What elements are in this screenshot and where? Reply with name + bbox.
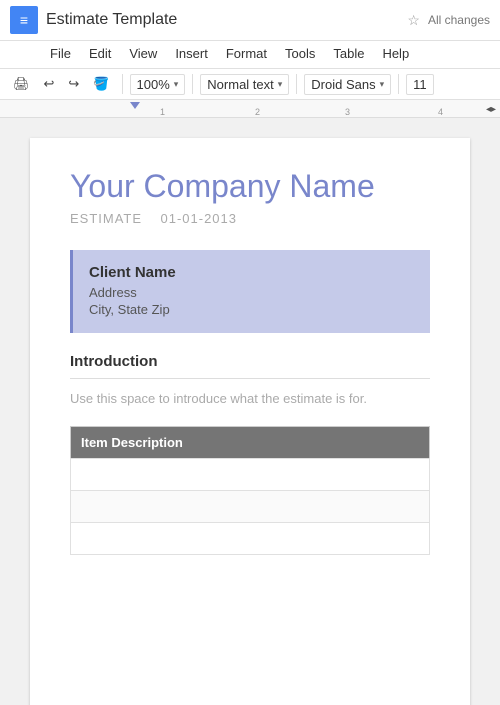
ruler: 1 2 3 4 ◂▸ xyxy=(0,100,500,118)
style-value: Normal text xyxy=(207,77,273,92)
menu-insert[interactable]: Insert xyxy=(167,43,216,64)
table-cell[interactable] xyxy=(71,491,430,523)
intro-placeholder[interactable]: Use this space to introduce what the est… xyxy=(70,391,430,406)
estimate-label: ESTIMATE xyxy=(70,211,142,226)
table-row[interactable] xyxy=(71,523,430,555)
toolbar-divider-3 xyxy=(296,74,297,94)
font-caret: ▾ xyxy=(380,79,385,90)
font-value: Droid Sans xyxy=(311,77,375,92)
menu-view[interactable]: View xyxy=(121,43,165,64)
ruler-arrows[interactable]: ◂▸ xyxy=(486,104,496,115)
client-city-state-zip[interactable]: City, State Zip xyxy=(89,302,414,317)
fontsize-selector[interactable]: 11 xyxy=(406,74,434,95)
undo-button[interactable]: ↩ xyxy=(39,73,60,95)
style-selector[interactable]: Normal text ▾ xyxy=(200,74,289,95)
menu-table[interactable]: Table xyxy=(325,43,372,64)
font-selector[interactable]: Droid Sans ▾ xyxy=(304,74,391,95)
estimate-table: Item Description xyxy=(70,426,430,555)
document-title: Estimate Template xyxy=(46,11,399,29)
table-row[interactable] xyxy=(71,459,430,491)
toolbar-divider-4 xyxy=(398,74,399,94)
document-area: Your Company Name ESTIMATE 01-01-2013 Cl… xyxy=(0,118,500,705)
menu-tools[interactable]: Tools xyxy=(277,43,323,64)
menu-edit[interactable]: Edit xyxy=(81,43,119,64)
fontsize-value: 11 xyxy=(413,77,427,92)
app-icon: ≡ xyxy=(10,6,38,34)
zoom-value: 100% xyxy=(137,77,170,92)
intro-title: Introduction xyxy=(70,353,430,370)
redo-button[interactable]: ↪ xyxy=(63,73,84,95)
company-name[interactable]: Your Company Name xyxy=(70,168,430,205)
client-box: Client Name Address City, State Zip xyxy=(70,250,430,333)
print-button[interactable]: 🖨 xyxy=(8,73,35,95)
toolbar-divider-2 xyxy=(192,74,193,94)
estimate-line: ESTIMATE 01-01-2013 xyxy=(70,211,430,226)
estimate-date: 01-01-2013 xyxy=(161,211,238,226)
menu-bar: File Edit View Insert Format Tools Table… xyxy=(0,41,500,69)
section-divider xyxy=(70,378,430,379)
style-caret: ▾ xyxy=(278,79,283,90)
toolbar: 🖨 ↩ ↪ 🪣 100% ▾ Normal text ▾ Droid Sans … xyxy=(0,69,500,100)
star-icon[interactable]: ☆ xyxy=(407,12,420,29)
paint-format-button[interactable]: 🪣 xyxy=(88,73,114,95)
client-address[interactable]: Address xyxy=(89,285,414,300)
menu-file[interactable]: File xyxy=(42,43,79,64)
table-cell[interactable] xyxy=(71,523,430,555)
zoom-caret: ▾ xyxy=(174,79,179,90)
zoom-selector[interactable]: 100% ▾ xyxy=(130,74,186,95)
toolbar-divider-1 xyxy=(122,74,123,94)
menu-format[interactable]: Format xyxy=(218,43,275,64)
table-row[interactable] xyxy=(71,491,430,523)
title-bar: ≡ Estimate Template ☆ All changes xyxy=(0,0,500,41)
client-name[interactable]: Client Name xyxy=(89,264,414,281)
menu-help[interactable]: Help xyxy=(374,43,417,64)
autosave-status: All changes xyxy=(428,13,490,27)
ruler-triangle-left[interactable] xyxy=(130,102,140,109)
page: Your Company Name ESTIMATE 01-01-2013 Cl… xyxy=(30,138,470,705)
table-cell[interactable] xyxy=(71,459,430,491)
table-header-item: Item Description xyxy=(71,427,430,459)
